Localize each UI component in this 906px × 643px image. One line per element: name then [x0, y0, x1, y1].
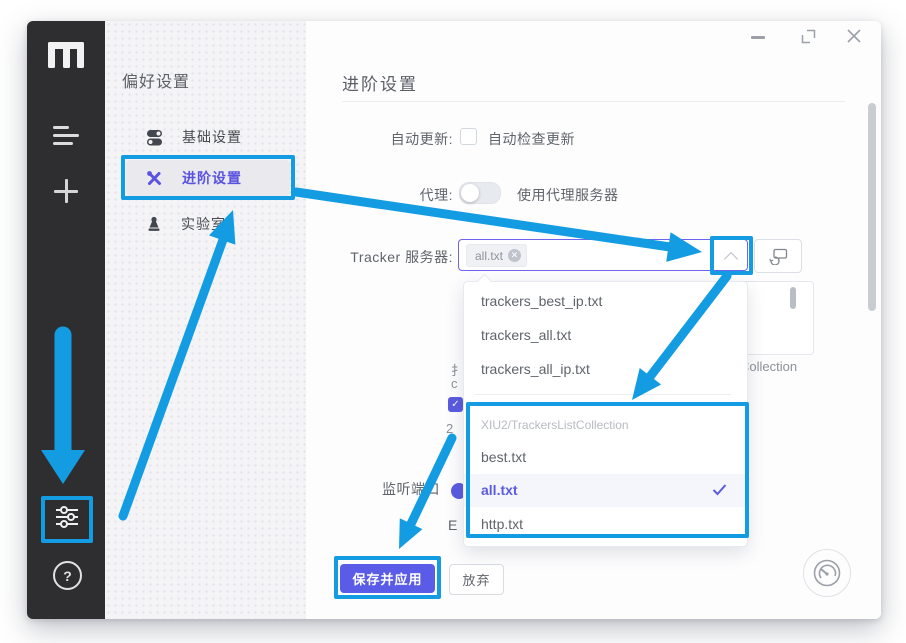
task-list-icon[interactable] — [53, 126, 79, 146]
sidebar-item-label: 基础设置 — [182, 127, 242, 147]
minimize-icon[interactable] — [751, 36, 765, 39]
annotation-box-preferences-icon — [41, 496, 93, 543]
annotation-box-advanced-item — [121, 155, 295, 200]
speed-test-button[interactable] — [803, 549, 851, 597]
tag-label: all.txt — [475, 249, 503, 263]
listen-port-label: 监听端口 — [382, 479, 440, 499]
preferences-title: 偏好设置 — [122, 68, 190, 92]
app-window-stage: ? 偏好设置 基础设置 进阶设置 实验室 — [0, 0, 906, 643]
sidebar-item-lab[interactable]: 实验室 — [146, 206, 226, 242]
lab-icon — [146, 216, 162, 232]
sync-tracker-button[interactable] — [754, 239, 802, 273]
auto-update-label: 自动更新: — [340, 129, 453, 149]
tag-close-icon[interactable]: ✕ — [508, 249, 521, 262]
dropdown-option[interactable]: trackers_all_ip.txt — [481, 361, 590, 377]
dropdown-option[interactable]: trackers_all.txt — [481, 327, 571, 343]
auto-update-checkbox-label[interactable]: 自动检查更新 — [488, 129, 575, 149]
title-divider — [342, 101, 845, 102]
sidebar-item-basic-settings[interactable]: 基础设置 — [146, 119, 242, 155]
tracker-selected-tag: all.txt ✕ — [466, 244, 527, 267]
toggle-knob — [461, 184, 479, 202]
preferences-panel — [105, 21, 306, 619]
sync-checkbox-fragment[interactable]: ✓ — [448, 397, 463, 412]
add-task-icon[interactable] — [54, 179, 78, 203]
dropdown-option[interactable]: trackers_best_ip.txt — [481, 293, 602, 309]
proxy-label: 代理: — [340, 185, 453, 205]
annotation-box-chevron — [710, 236, 753, 275]
annotation-box-save-button — [334, 556, 441, 599]
auto-update-checkbox[interactable] — [460, 128, 477, 145]
hint-text-fragment: c — [451, 376, 458, 391]
discard-button[interactable]: 放弃 — [449, 564, 504, 595]
tracker-server-label: Tracker 服务器: — [330, 247, 453, 267]
sync-text-fragment: 2 — [446, 421, 453, 436]
close-icon[interactable] — [846, 28, 862, 49]
maximize-icon[interactable] — [801, 29, 816, 49]
annotation-box-dropdown-group — [466, 402, 749, 538]
dropdown-divider — [475, 394, 731, 395]
proxy-toggle-label: 使用代理服务器 — [517, 185, 619, 205]
row-text-fragment: E — [448, 517, 458, 533]
help-icon[interactable]: ? — [53, 561, 82, 590]
textarea-scrollbar-thumb[interactable] — [790, 287, 796, 309]
tracker-source-link-fragment[interactable]: Collection — [740, 359, 797, 374]
page-title: 进阶设置 — [342, 70, 418, 95]
sidebar-item-label: 实验室 — [181, 214, 226, 234]
help-glyph: ? — [63, 568, 72, 584]
main-scrollbar-thumb[interactable] — [868, 103, 876, 311]
speed-test-icon — [812, 558, 842, 588]
basic-settings-icon — [146, 129, 163, 146]
motrix-logo — [48, 42, 84, 68]
sync-tracker-icon — [769, 248, 788, 265]
proxy-toggle[interactable] — [459, 182, 501, 204]
